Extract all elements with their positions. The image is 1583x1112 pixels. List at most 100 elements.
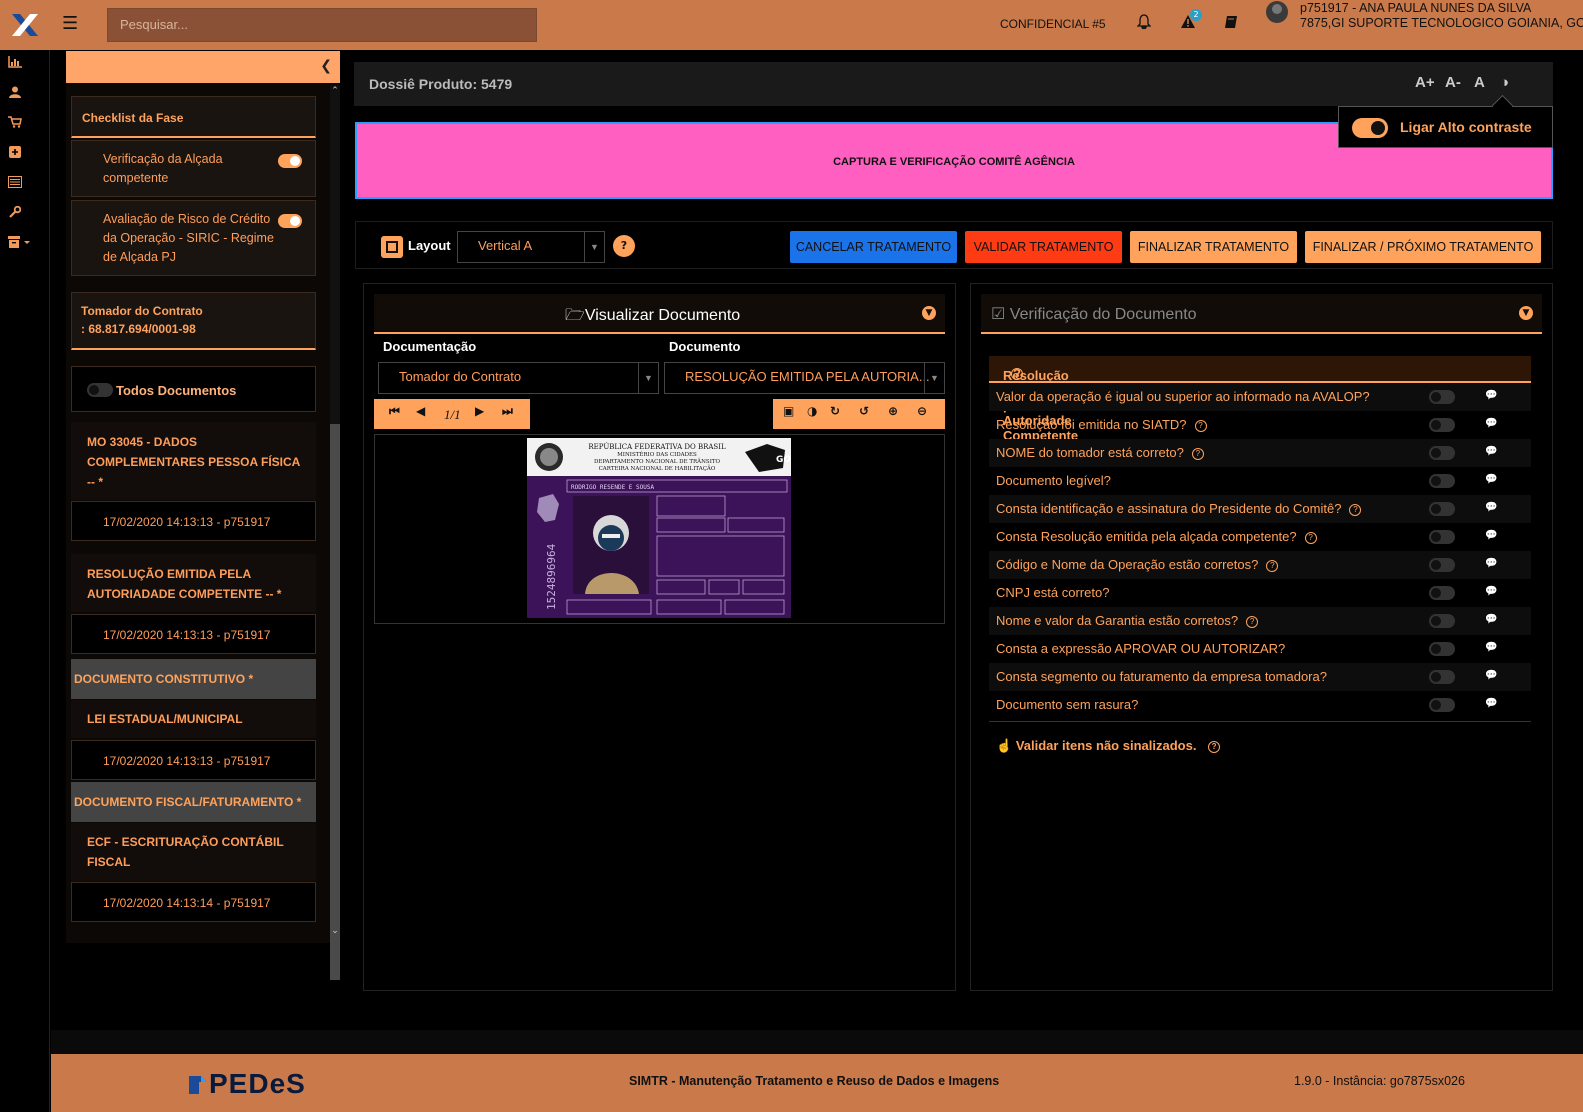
comment-icon[interactable]: 💬 [1485,390,1499,402]
image-icon[interactable]: ▣ [783,404,794,418]
comment-icon[interactable]: 💬 [1485,474,1499,486]
help-icon[interactable]: ? [1011,367,1023,380]
verification-row: Consta segmento ou faturamento da empres… [989,663,1531,691]
rotate-left-icon[interactable]: ↺ [859,404,869,418]
help-icon[interactable]: ? [1208,740,1221,753]
comment-icon[interactable]: 💬 [1485,670,1499,682]
document-category[interactable]: DOCUMENTO CONSTITUTIVO * [71,659,316,699]
cart-icon[interactable] [0,116,30,134]
verification-toggle[interactable] [1429,670,1455,684]
user-icon[interactable] [0,86,30,104]
rotate-right-icon[interactable]: ↻ [830,404,840,418]
chart-icon[interactable] [0,56,30,74]
verification-toggle[interactable] [1429,642,1455,656]
cancelar-tratamento-button[interactable]: CANCELAR TRATAMENTO [790,231,957,263]
last-page-icon[interactable]: ⏭ [502,404,513,419]
viewer-title: 🗁Visualizar Documento [565,307,741,324]
contrast-icon[interactable]: ◑ [807,404,817,418]
document-item[interactable]: LEI ESTADUAL/MUNICIPAL [71,700,316,738]
font-reset-button[interactable]: A [1474,74,1485,91]
help-icon[interactable]: ? [1191,447,1204,460]
help-icon[interactable]: ? [1266,559,1279,572]
contrast-icon[interactable]: ◑ [1500,74,1509,91]
verification-toggle[interactable] [1429,614,1455,628]
page-title: Dossiê Produto: 5479 [369,76,513,92]
documento-select[interactable]: RESOLUÇÃO EMITIDA PELA AUTORIA... ▼ [664,362,945,394]
verification-question: NOME do tomador está correto?? [996,445,1204,460]
comment-icon[interactable]: 💬 [1485,446,1499,458]
comment-icon[interactable]: 💬 [1485,558,1499,570]
viewer-panel-header[interactable]: 🗁Visualizar Documento ▼ [374,294,945,334]
verification-toggle[interactable] [1429,502,1455,516]
chevron-down-icon[interactable]: ▼ [1519,306,1533,320]
first-page-icon[interactable]: ⏮ [389,404,400,419]
verification-toggle[interactable] [1429,418,1455,432]
chevron-left-icon[interactable]: ❮ [320,58,332,74]
verification-question: Resolução foi emitida no SIATD?? [996,417,1207,432]
high-contrast-toggle[interactable] [1352,118,1388,138]
prev-page-icon[interactable]: ◀ [416,404,425,418]
verification-toggle[interactable] [1429,558,1455,572]
help-icon[interactable]: ? [1349,503,1362,516]
finalizar-tratamento-button[interactable]: FINALIZAR TRATAMENTO [1130,231,1297,263]
document-viewport[interactable]: REPÚBLICA FEDERATIVA DO BRASIL MINISTÉRI… [374,434,945,624]
verification-toggle[interactable] [1429,530,1455,544]
document-title: ECF - ESCRITURAÇÃO CONTÁBIL FISCAL [87,835,284,869]
comment-icon[interactable]: 💬 [1485,418,1499,430]
verification-question: CNPJ está correto? [996,585,1110,600]
comment-icon[interactable]: 💬 [1485,698,1499,710]
documento-label: Documento [669,339,741,354]
zoom-out-icon[interactable]: ⊖ [917,404,927,418]
comment-icon[interactable]: 💬 [1485,502,1499,514]
checklist-toggle[interactable] [278,154,302,168]
search-input[interactable]: Pesquisar... [107,8,537,42]
menu-icon[interactable]: ☰ [62,14,80,34]
comment-icon[interactable]: 💬 [1485,530,1499,542]
document-item[interactable]: ECF - ESCRITURAÇÃO CONTÁBIL FISCAL [71,823,316,881]
font-increase-button[interactable]: A+ [1415,74,1435,91]
document-item[interactable]: MO 33045 - DADOS COMPLEMENTARES PESSOA F… [71,422,316,500]
comment-icon[interactable]: 💬 [1485,642,1499,654]
finalizar-proximo-button[interactable]: FINALIZAR / PRÓXIMO TRATAMENTO [1305,231,1541,263]
scroll-down-icon[interactable]: ⌄ [330,926,340,936]
todos-documentos-toggle[interactable] [87,383,113,397]
document-category[interactable]: DOCUMENTO FISCAL/FATURAMENTO * [71,782,316,822]
chevron-down-icon[interactable]: ▼ [922,306,936,320]
layout-select[interactable]: Vertical A ▼ [457,231,605,263]
caret-down-icon: ▼ [924,363,944,393]
bell-icon[interactable] [1134,14,1154,34]
comment-icon[interactable]: 💬 [1485,586,1499,598]
documentacao-select[interactable]: Tomador do Contrato ▼ [378,362,659,394]
footer: PEDeS SIMTR - Manutenção Tratamento e Re… [51,1054,1583,1112]
avatar[interactable] [1266,1,1288,23]
help-icon[interactable]: ? [1304,531,1317,544]
comment-icon[interactable]: 💬 [1485,614,1499,626]
font-decrease-button[interactable]: A- [1445,74,1461,91]
verification-toggle[interactable] [1429,698,1455,712]
wrench-icon[interactable] [0,205,30,224]
layout-help-icon[interactable]: ? [613,235,635,257]
verification-panel-header[interactable]: ☑ Verificação do Documento ▼ [981,294,1542,334]
verification-toggle[interactable] [1429,446,1455,460]
validar-tratamento-button[interactable]: VALIDAR TRATAMENTO [965,231,1122,263]
checklist-toggle[interactable] [278,214,302,228]
help-icon[interactable]: ? [1246,615,1259,628]
help-icon[interactable]: ? [1194,419,1207,432]
verification-toggle[interactable] [1429,474,1455,488]
verification-toggle[interactable] [1429,390,1455,404]
verification-question: Documento sem rasura? [996,697,1139,712]
app-logo[interactable] [0,0,50,50]
verification-toggle[interactable] [1429,586,1455,600]
list-icon[interactable] [0,176,30,194]
zoom-in-icon[interactable]: ⊕ [888,404,898,418]
validar-itens-link[interactable]: ☝ Validar itens não sinalizados. ? [996,738,1221,754]
plus-square-icon[interactable] [0,146,30,164]
scroll-up-icon[interactable]: ⌃ [330,86,340,96]
document-date: 17/02/2020 14:13:13 - p751917 [103,628,271,642]
book-icon[interactable] [1221,14,1241,34]
archive-icon[interactable] [0,236,40,254]
document-item[interactable]: RESOLUÇÃO EMITIDA PELA AUTORIADADE COMPE… [71,554,316,612]
next-page-icon[interactable]: ▶ [475,404,484,418]
scrollbar-thumb[interactable] [330,424,340,980]
user-name[interactable]: p751917 - ANA PAULA NUNES DA SILVA [1300,1,1531,15]
